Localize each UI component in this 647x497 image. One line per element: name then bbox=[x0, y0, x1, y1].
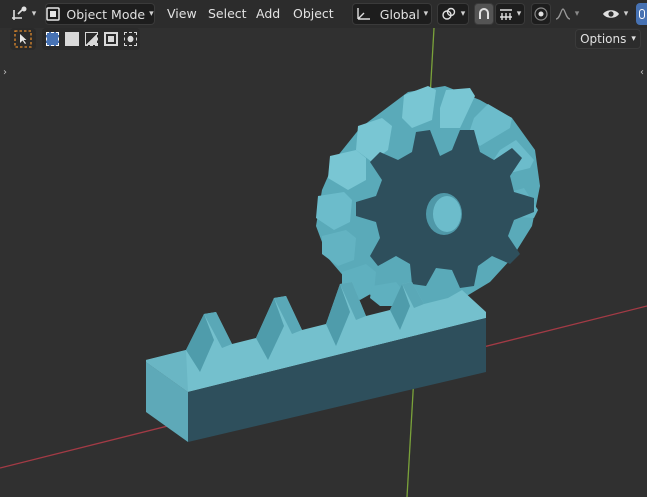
falloff-curve-icon bbox=[555, 8, 570, 20]
overlay-icon bbox=[638, 9, 645, 19]
transform-gizmo-icon bbox=[11, 6, 27, 20]
chevron-down-icon: ▾ bbox=[516, 9, 522, 19]
tool-settings-bar: Options ▾ bbox=[0, 28, 647, 50]
chevron-down-icon: ▾ bbox=[631, 34, 636, 44]
3d-viewport[interactable] bbox=[0, 0, 647, 497]
select-box-cursor-icon bbox=[14, 30, 32, 48]
proportional-edit-icon bbox=[534, 7, 548, 21]
visibility-dropdown[interactable]: ▾ bbox=[598, 3, 632, 25]
object-mode-icon bbox=[46, 7, 61, 21]
pivot-link-icon bbox=[442, 7, 455, 20]
spur-gear-mesh bbox=[316, 86, 540, 308]
snap-toggle[interactable] bbox=[474, 3, 494, 25]
select-invert-icon[interactable] bbox=[104, 32, 118, 46]
gear-rack-mesh bbox=[146, 282, 486, 442]
select-intersect-icon[interactable] bbox=[123, 32, 138, 46]
chevron-down-icon: ▾ bbox=[623, 9, 629, 19]
active-tool-button[interactable] bbox=[10, 28, 36, 50]
snap-target-dropdown[interactable]: ▾ bbox=[495, 3, 525, 25]
mode-label: Object Mode bbox=[66, 6, 146, 22]
chevron-down-icon: ▾ bbox=[574, 9, 580, 19]
snap-increment-icon bbox=[499, 9, 512, 20]
toolbar-expand-arrow-icon[interactable]: › bbox=[0, 66, 10, 80]
viewport-header: ▾ Object Mode ▾ View Select Add Object G… bbox=[0, 0, 647, 28]
editor-type-button[interactable]: ▾ bbox=[6, 3, 40, 25]
menu-select[interactable]: Select bbox=[208, 5, 247, 23]
select-new-icon[interactable] bbox=[46, 32, 60, 46]
eye-visibility-icon bbox=[602, 10, 619, 18]
orientation-axes-icon bbox=[357, 8, 370, 20]
pivot-point-dropdown[interactable]: ▾ bbox=[437, 3, 469, 25]
chevron-down-icon: ▾ bbox=[423, 9, 429, 19]
chevron-down-icon: ▾ bbox=[31, 9, 37, 19]
transform-orientation-label: Global bbox=[379, 6, 420, 22]
chevron-down-icon: ▾ bbox=[149, 9, 154, 19]
menu-object[interactable]: Object bbox=[293, 5, 334, 23]
sidebar-expand-arrow-icon[interactable]: ‹ bbox=[637, 66, 647, 80]
transform-orientation-dropdown[interactable]: Global ▾ bbox=[352, 3, 432, 25]
options-dropdown[interactable]: Options ▾ bbox=[575, 29, 641, 49]
mode-dropdown[interactable]: Object Mode ▾ bbox=[45, 3, 155, 25]
select-extend-icon[interactable] bbox=[65, 32, 79, 46]
options-label: Options bbox=[580, 32, 627, 46]
menu-view[interactable]: View bbox=[167, 5, 197, 23]
chevron-down-icon: ▾ bbox=[460, 9, 466, 19]
overlay-toggle[interactable] bbox=[636, 3, 647, 25]
menu-add[interactable]: Add bbox=[256, 5, 280, 23]
magnet-snap-icon bbox=[479, 8, 489, 19]
falloff-dropdown[interactable]: ▾ bbox=[552, 3, 582, 25]
proportional-edit-toggle[interactable] bbox=[531, 3, 551, 25]
selection-mode-group bbox=[42, 28, 140, 50]
select-subtract-icon[interactable] bbox=[84, 32, 99, 46]
